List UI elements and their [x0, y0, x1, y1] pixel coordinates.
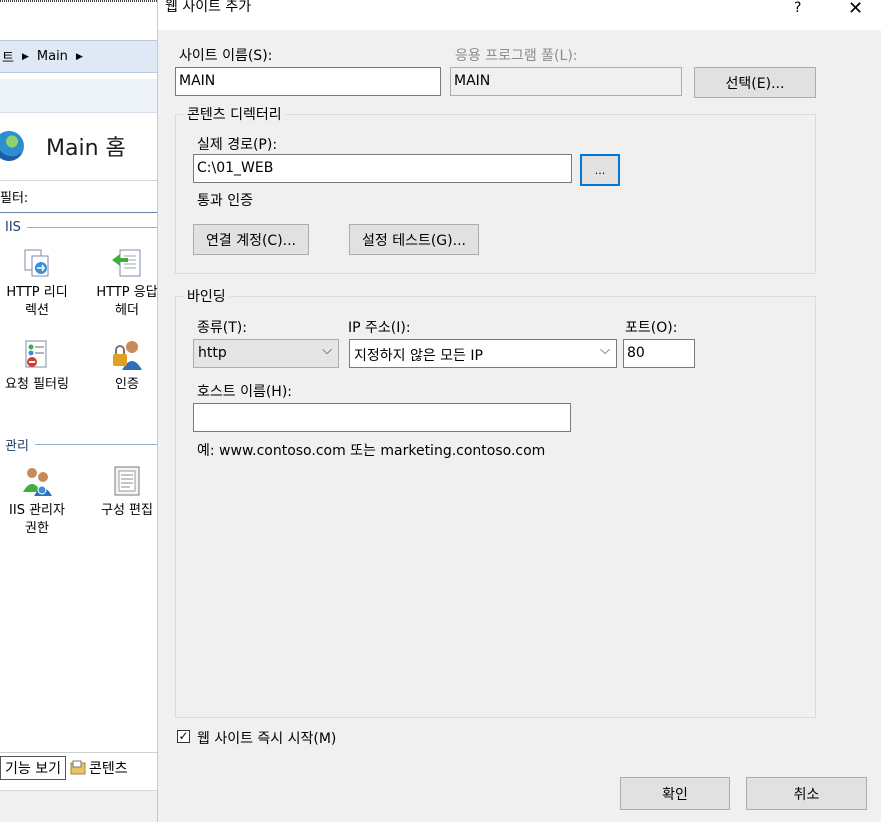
- cancel-button[interactable]: 취소: [746, 777, 867, 810]
- tile-label: 구성 편집: [101, 503, 153, 518]
- breadcrumb-item-main[interactable]: Main: [37, 49, 68, 64]
- content-view-tab[interactable]: 콘텐츠: [70, 758, 128, 778]
- group-header-management[interactable]: 관리: [0, 436, 157, 454]
- iis-manager-permissions-icon: [20, 464, 54, 498]
- port-label: 포트(O):: [625, 320, 678, 336]
- content-directory-title: 콘텐츠 디렉터리: [183, 104, 286, 124]
- feature-tile-iis-manager-permissions[interactable]: IIS 관리자 권한: [2, 464, 72, 538]
- group-title-iis: IIS: [5, 219, 21, 235]
- pass-through-auth-label: 통과 인증: [197, 193, 253, 209]
- filter-bar: 필터:: [0, 180, 157, 213]
- site-name-label: 사이트 이름(S):: [179, 48, 273, 64]
- home-header: Main 홈: [0, 124, 157, 168]
- binding-type-select[interactable]: http ⌵: [193, 339, 339, 368]
- tile-label: HTTP 응답 헤더: [96, 285, 157, 318]
- start-immediately-label[interactable]: 웹 사이트 즉시 시작(M): [197, 728, 336, 748]
- tile-label: 요청 필터링: [5, 377, 69, 392]
- http-response-headers-icon: [110, 246, 144, 280]
- host-name-example: 예: www.contoso.com 또는 marketing.contoso.…: [197, 443, 546, 459]
- binding-title: 바인딩: [183, 286, 230, 306]
- feature-tile-authentication[interactable]: 인증: [92, 338, 157, 394]
- breadcrumb-arrow-icon[interactable]: ▶: [76, 52, 83, 62]
- app-pool-field: MAIN: [450, 67, 682, 96]
- feature-tile-configuration-editor[interactable]: 구성 편집: [92, 464, 157, 520]
- add-website-dialog: 웹 사이트 추가 ? ✕ 사이트 이름(S): MAIN 응용 프로그램 풀(L…: [157, 0, 881, 822]
- iis-manager-window: 트 ▶ Main ▶ Main 홈 필터: IIS HTTP 리디렉션 HTTP…: [0, 0, 157, 822]
- close-button[interactable]: ✕: [848, 0, 863, 19]
- status-bar: [0, 790, 157, 822]
- physical-path-input[interactable]: C:\01_WEB: [193, 154, 572, 183]
- ip-address-select[interactable]: 지정하지 않은 모든 IP ⌵: [349, 339, 617, 368]
- toolbar-band: [0, 79, 157, 113]
- port-input[interactable]: 80: [623, 339, 695, 368]
- content-view-icon: [70, 760, 86, 774]
- host-name-label: 호스트 이름(H):: [197, 384, 293, 400]
- physical-path-label: 실제 경로(P):: [197, 137, 278, 153]
- site-name-input[interactable]: MAIN: [175, 67, 441, 96]
- group-divider: [26, 226, 157, 228]
- view-tabs: 기능 보기 콘텐츠: [0, 752, 157, 782]
- globe-icon: [0, 131, 24, 161]
- home-title: Main 홈: [46, 136, 126, 161]
- group-title-management: 관리: [5, 438, 29, 454]
- breadcrumb-item-0[interactable]: 트: [2, 47, 14, 66]
- chevron-down-icon: ⌵: [322, 343, 332, 358]
- features-view-tab[interactable]: 기능 보기: [0, 755, 66, 780]
- binding-type-label: 종류(T):: [197, 320, 247, 336]
- http-redirect-icon: [20, 246, 54, 280]
- configuration-editor-icon: [110, 464, 144, 498]
- tile-label: HTTP 리디렉션: [6, 285, 68, 318]
- start-immediately-checkbox[interactable]: ✓: [177, 730, 190, 743]
- tile-label: 인증: [115, 377, 139, 392]
- filter-label: 필터:: [0, 191, 29, 206]
- breadcrumb: 트 ▶ Main ▶: [0, 40, 157, 73]
- dialog-title: 웹 사이트 추가: [165, 0, 252, 15]
- ok-button[interactable]: 확인: [620, 777, 730, 810]
- group-header-iis[interactable]: IIS: [0, 219, 157, 235]
- request-filtering-icon: [20, 338, 54, 372]
- help-button[interactable]: ?: [794, 0, 806, 16]
- ip-address-value: 지정하지 않은 모든 IP: [354, 348, 483, 364]
- breadcrumb-arrow-icon[interactable]: ▶: [22, 52, 29, 62]
- connect-as-button[interactable]: 연결 계정(C)...: [193, 224, 309, 255]
- authentication-icon: [110, 338, 144, 372]
- browse-path-button[interactable]: ...: [580, 154, 620, 186]
- binding-type-value: http: [198, 345, 227, 361]
- app-pool-label: 응용 프로그램 풀(L):: [455, 48, 578, 64]
- ip-address-label: IP 주소(I):: [348, 320, 411, 336]
- feature-tile-http-redirect[interactable]: HTTP 리디렉션: [2, 246, 72, 320]
- window-top-edge: [0, 0, 157, 2]
- chevron-down-icon: ⌵: [600, 343, 610, 358]
- test-settings-button[interactable]: 설정 테스트(G)...: [349, 224, 479, 255]
- host-name-input[interactable]: [193, 403, 571, 432]
- feature-tile-request-filtering[interactable]: 요청 필터링: [2, 338, 72, 394]
- feature-tile-http-response-headers[interactable]: HTTP 응답 헤더: [92, 246, 157, 320]
- dialog-titlebar: 웹 사이트 추가 ? ✕: [158, 0, 881, 30]
- group-divider: [34, 443, 157, 445]
- select-app-pool-button[interactable]: 선택(E)...: [694, 67, 816, 98]
- tile-label: IIS 관리자 권한: [9, 503, 65, 536]
- content-view-label: 콘텐츠: [88, 760, 128, 777]
